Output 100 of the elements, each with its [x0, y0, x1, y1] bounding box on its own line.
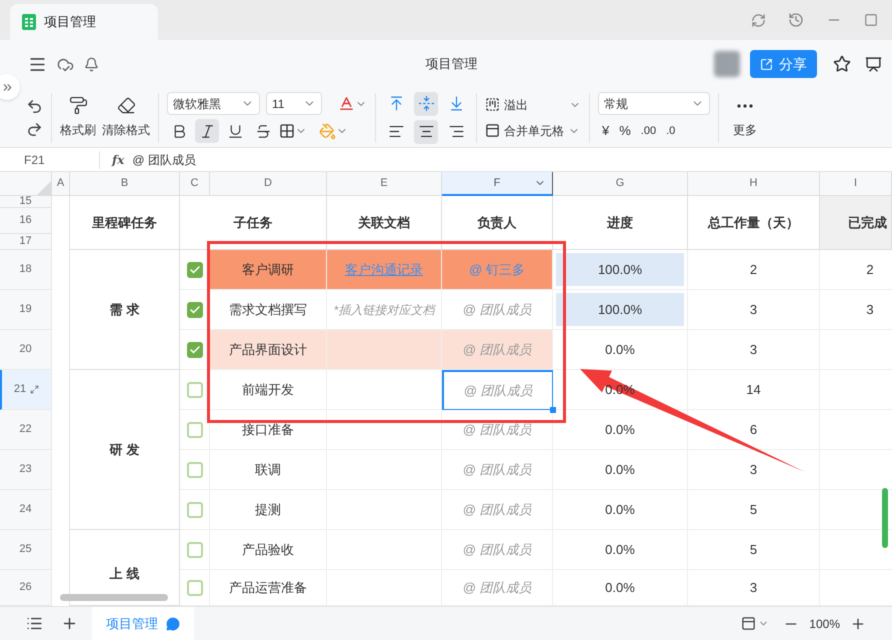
- share-button[interactable]: 分享: [750, 50, 817, 78]
- checkbox[interactable]: [186, 342, 202, 358]
- comment-icon: [166, 616, 180, 630]
- owner-note: @ 团队成员: [462, 540, 532, 559]
- owner-note: @ 团队成员: [462, 420, 532, 439]
- add-sheet-icon[interactable]: [61, 615, 78, 632]
- horizontal-scrollbar[interactable]: [60, 594, 168, 601]
- clear-format-button[interactable]: 清除格式: [102, 96, 150, 139]
- owner-note: @ 团队成员: [464, 382, 532, 400]
- vertical-scrollbar[interactable]: [882, 488, 888, 548]
- column-heading: 子任务: [234, 214, 272, 232]
- increase-decimal-button[interactable]: .00: [640, 122, 656, 140]
- format-painter-button[interactable]: 格式刷: [60, 96, 96, 139]
- maximize-icon[interactable]: [864, 13, 878, 27]
- star-icon[interactable]: [833, 55, 851, 73]
- zoom-in-icon[interactable]: [850, 616, 866, 632]
- task-text: 联调: [255, 460, 281, 479]
- presentation-icon[interactable]: [865, 56, 882, 72]
- milestone-label: 需 求: [110, 300, 140, 319]
- notification-icon[interactable]: [84, 56, 99, 72]
- row-header[interactable]: 25: [0, 530, 52, 570]
- sheet-tab[interactable]: 项目管理: [92, 606, 194, 640]
- undo-icon[interactable]: [26, 98, 43, 114]
- italic-button[interactable]: [195, 119, 219, 143]
- completed-text: 3: [866, 300, 874, 319]
- workload-text: 3: [750, 578, 758, 597]
- task-text: 前端开发: [242, 380, 294, 399]
- column-header[interactable]: I: [820, 172, 892, 196]
- column-header[interactable]: H: [688, 172, 820, 196]
- column-header[interactable]: F: [442, 172, 553, 196]
- redo-icon[interactable]: [26, 120, 43, 138]
- cell-reference[interactable]: F21: [0, 150, 100, 168]
- row-header[interactable]: 22: [0, 410, 52, 450]
- document-note: *插入链接对应文档: [334, 302, 434, 318]
- row-header[interactable]: 15: [0, 196, 52, 208]
- progress-text: 0.0%: [605, 540, 635, 559]
- completed-text: 2: [866, 260, 874, 279]
- align-center-icon: [418, 123, 434, 140]
- checkbox[interactable]: [186, 262, 202, 278]
- row-header[interactable]: 18: [0, 250, 52, 290]
- check-icon: [188, 344, 200, 356]
- checkbox[interactable]: [186, 462, 202, 478]
- history-icon[interactable]: [788, 12, 804, 28]
- column-header[interactable]: E: [327, 172, 442, 196]
- percent-button[interactable]: %: [619, 121, 631, 141]
- font-size-select[interactable]: 11: [266, 92, 322, 115]
- font-select[interactable]: 微软雅黑: [167, 92, 260, 115]
- overflow-select[interactable]: 溢出: [485, 96, 581, 114]
- owner-note: @ 团队成员: [462, 460, 532, 479]
- column-header[interactable]: D: [210, 172, 327, 196]
- expand-row-icon[interactable]: [30, 385, 40, 394]
- checkbox[interactable]: [186, 382, 202, 398]
- checkbox[interactable]: [186, 502, 202, 518]
- checkbox[interactable]: [186, 302, 202, 318]
- decrease-decimal-button[interactable]: .0: [666, 122, 676, 140]
- fill-handle[interactable]: [550, 407, 556, 413]
- workload-text: 14: [746, 380, 761, 399]
- paint-roller-icon: [68, 96, 88, 115]
- formula-field[interactable]: @ 团队成员: [132, 150, 196, 168]
- font-color-button[interactable]: [338, 95, 367, 112]
- task-text: 产品界面设计: [229, 340, 307, 359]
- row-header[interactable]: 20: [0, 330, 52, 370]
- expand-sidebar-button[interactable]: [0, 74, 20, 100]
- column-header[interactable]: A: [52, 172, 70, 196]
- workload-text: 5: [750, 500, 758, 519]
- workload-text: 2: [750, 260, 758, 279]
- document-tab[interactable]: 项目管理: [10, 4, 158, 40]
- border-button[interactable]: [279, 123, 307, 139]
- sheet-list-icon[interactable]: [26, 615, 43, 632]
- more-button[interactable]: 更多: [733, 96, 757, 138]
- align-center-button[interactable]: [414, 120, 438, 144]
- row-header[interactable]: 16: [0, 208, 52, 234]
- checkbox[interactable]: [186, 580, 202, 596]
- workload-text: 3: [750, 460, 758, 479]
- row-header[interactable]: 17: [0, 234, 52, 250]
- column-heading: 负责人: [478, 214, 516, 232]
- number-format-select[interactable]: 常规: [598, 92, 710, 115]
- row-header[interactable]: 24: [0, 490, 52, 530]
- checkbox[interactable]: [186, 542, 202, 558]
- workload-text: 5: [750, 540, 758, 559]
- column-header[interactable]: B: [70, 172, 180, 196]
- owner-note: @ 团队成员: [462, 500, 532, 519]
- currency-button[interactable]: ¥: [602, 121, 610, 141]
- view-icon[interactable]: [741, 616, 756, 631]
- row-header[interactable]: 19: [0, 290, 52, 330]
- sync-icon[interactable]: [751, 12, 766, 28]
- align-left-icon: [388, 123, 404, 140]
- column-header[interactable]: G: [553, 172, 688, 196]
- task-text: 接口准备: [242, 420, 294, 439]
- formula-label: fx: [112, 152, 124, 168]
- column-header[interactable]: C: [180, 172, 210, 196]
- checkbox[interactable]: [186, 422, 202, 438]
- merge-cells-button[interactable]: 合并单元格: [485, 122, 581, 140]
- column-heading: 已完成: [848, 214, 887, 232]
- row-header[interactable]: 21: [0, 370, 52, 410]
- owner-note: @ 团队成员: [462, 300, 532, 319]
- fill-color-button[interactable]: [319, 122, 348, 140]
- row-header[interactable]: 26: [0, 570, 52, 606]
- row-header[interactable]: 23: [0, 450, 52, 490]
- workload-text: 3: [750, 340, 758, 359]
